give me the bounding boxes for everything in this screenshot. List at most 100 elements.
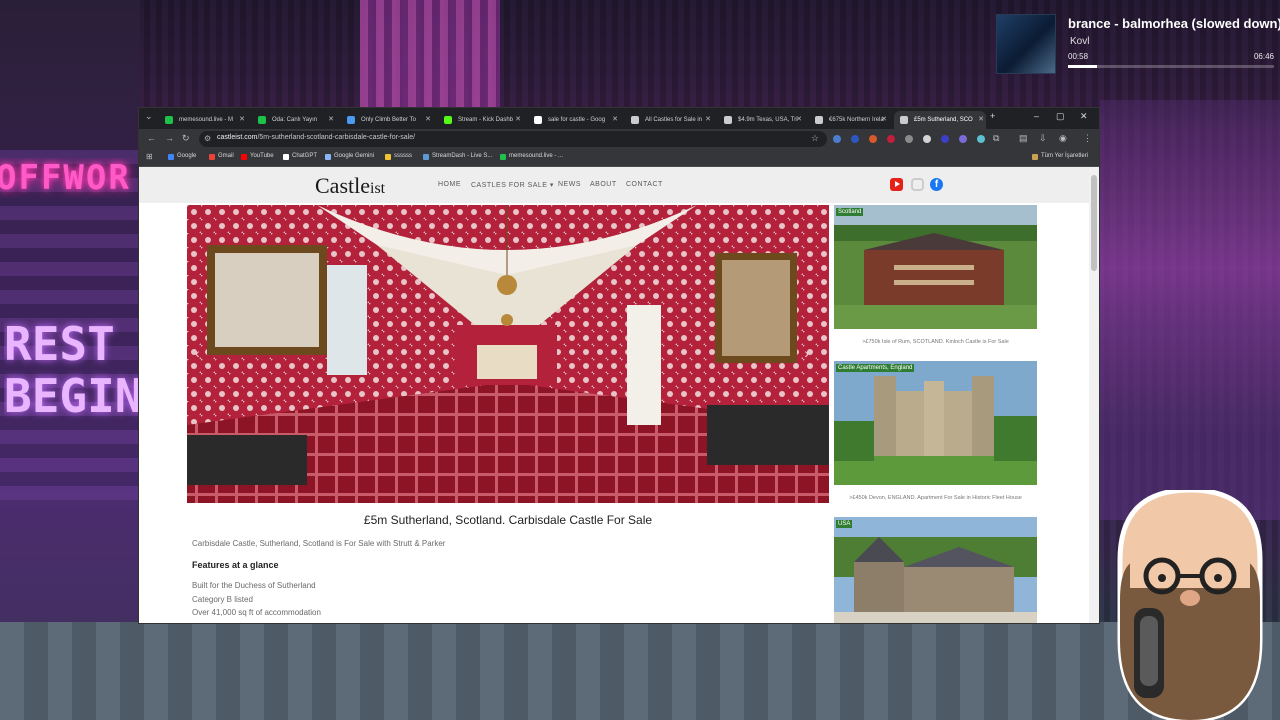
all-bookmarks-label: Tüm Yer İşaretleri xyxy=(1041,153,1089,159)
tab-label: Stream - Kick Dashb xyxy=(458,117,514,123)
track-duration: 06:46 xyxy=(1253,52,1274,61)
tab-close-icon[interactable]: ✕ xyxy=(796,111,802,129)
browser-tab[interactable]: Only Climb Better To ✕ xyxy=(341,111,433,129)
tab-search-icon[interactable]: ⌄ xyxy=(145,111,153,122)
browser-tab[interactable]: £5m Sutherland, SCO ✕ xyxy=(894,111,986,129)
back-icon[interactable]: ← xyxy=(147,133,156,143)
streamer-avatar xyxy=(1100,487,1280,720)
close-window-icon[interactable]: ✕ xyxy=(1080,111,1088,122)
carousel-next-icon[interactable]: › xyxy=(804,345,809,361)
tab-label: Oda: Canlı Yayın xyxy=(272,117,318,123)
sidepanel-icon[interactable]: ▤ xyxy=(1019,133,1028,144)
bookmark-favicon-icon xyxy=(209,154,215,160)
bookmark-label: ChatGPT xyxy=(292,153,318,159)
address-bar: ← → ↻ ⚙ castleist.com/5m-sutherland-scot… xyxy=(139,129,1099,149)
hero-carousel[interactable]: ‹ › xyxy=(187,205,829,503)
nav-home[interactable]: HOME xyxy=(438,181,461,188)
instagram-icon[interactable] xyxy=(911,178,924,191)
site-logo[interactable]: Castleist xyxy=(315,173,385,199)
all-bookmarks-folder[interactable]: Tüm Yer İşaretleri xyxy=(1032,153,1089,160)
apps-grid-icon[interactable]: ⊞ xyxy=(146,152,153,161)
tab-favicon-icon xyxy=(258,116,266,124)
site-info-icon[interactable]: ⚙ xyxy=(204,134,211,143)
bookmark-item[interactable]: Google xyxy=(168,153,196,160)
menu-icon[interactable]: ⋮ xyxy=(1083,133,1092,144)
extension-icon[interactable] xyxy=(833,135,841,143)
nav-about[interactable]: ABOUT xyxy=(590,181,617,188)
extension-icon[interactable] xyxy=(887,135,895,143)
url-path: /5m-sutherland-scotland-carbisdale-castl… xyxy=(257,134,416,141)
tab-label: sale for castle - Goog xyxy=(548,117,606,123)
card-caption[interactable]: >£750k Isle of Rum, SCOTLAND. Kinloch Ca… xyxy=(834,339,1037,345)
tab-close-icon[interactable]: ✕ xyxy=(705,111,711,129)
extension-icon[interactable] xyxy=(941,135,949,143)
bookmark-item[interactable]: memesound.live - ... xyxy=(500,153,563,160)
bookmark-item[interactable]: ChatGPT xyxy=(283,153,318,160)
browser-tab[interactable]: sale for castle - Goog ✕ xyxy=(528,111,620,129)
nav-castles-for-sale[interactable]: CASTLES FOR SALE ▾ xyxy=(471,181,554,189)
bookmark-item[interactable]: YouTube xyxy=(241,153,274,160)
tab-label: €675k Northern Irela xyxy=(829,117,884,123)
nav-news[interactable]: NEWS xyxy=(558,181,581,188)
tab-close-icon[interactable]: ✕ xyxy=(239,111,245,129)
extension-icon[interactable] xyxy=(977,135,985,143)
tab-favicon-icon xyxy=(724,116,732,124)
logo-main: Castle xyxy=(315,173,370,198)
browser-tab[interactable]: €675k Northern Irela ✕ xyxy=(809,111,889,129)
extensions-puzzle-icon[interactable]: ⧉ xyxy=(993,133,999,144)
extension-icon[interactable] xyxy=(959,135,967,143)
forward-icon[interactable]: → xyxy=(165,133,174,143)
track-title: brance - balmorhea (slowed down) xyxy=(1068,16,1280,31)
listing-image[interactable]: Castle Apartments, England xyxy=(834,361,1037,485)
bookmark-item[interactable]: ssssss xyxy=(385,153,412,160)
scrollbar-thumb[interactable] xyxy=(1091,175,1097,271)
card-caption[interactable]: >£450k Devon, ENGLAND. Apartment For Sal… xyxy=(834,495,1037,501)
tab-close-icon[interactable]: ✕ xyxy=(328,111,334,129)
tab-close-icon[interactable]: ✕ xyxy=(612,111,618,129)
folder-icon xyxy=(1032,154,1038,160)
listing-image[interactable]: USA xyxy=(834,517,1037,623)
tab-close-icon[interactable]: ✕ xyxy=(515,111,521,129)
maximize-icon[interactable]: ▢ xyxy=(1056,111,1065,122)
carousel-prev-icon[interactable]: ‹ xyxy=(195,345,200,361)
tab-favicon-icon xyxy=(347,116,355,124)
neon-sign-offworld: OFFWOR xyxy=(0,158,131,198)
extension-icon[interactable] xyxy=(851,135,859,143)
card-category-tag[interactable]: Scotland xyxy=(836,208,864,216)
bookmark-item[interactable]: StreamDash - Live S... xyxy=(423,153,492,160)
listing-image[interactable]: Scotland xyxy=(834,205,1037,329)
bookmark-star-icon[interactable]: ☆ xyxy=(811,133,819,144)
new-tab-icon[interactable]: + xyxy=(990,111,995,121)
extension-icon[interactable] xyxy=(923,135,931,143)
browser-tab[interactable]: Oda: Canlı Yayın ✕ xyxy=(252,111,336,129)
facebook-icon[interactable]: f xyxy=(930,178,943,191)
web-page: Castleist HOME CASTLES FOR SALE ▾ NEWS A… xyxy=(139,167,1089,623)
bookmark-label: Gmail xyxy=(218,153,234,159)
feature-item: Built for the Duchess of Sutherland xyxy=(192,581,316,590)
bookmark-item[interactable]: Gmail xyxy=(209,153,234,160)
browser-tab[interactable]: $4.9m Texas, USA, Tri ✕ xyxy=(718,111,804,129)
reload-icon[interactable]: ↻ xyxy=(182,133,190,144)
tab-label: $4.9m Texas, USA, Tri xyxy=(738,117,798,123)
browser-tab[interactable]: memesound.live - M ✕ xyxy=(159,111,247,129)
nav-contact[interactable]: CONTACT xyxy=(626,181,663,188)
page-scrollbar[interactable] xyxy=(1089,167,1099,623)
extension-icon[interactable] xyxy=(905,135,913,143)
tab-close-icon[interactable]: ✕ xyxy=(425,111,431,129)
card-category-tag[interactable]: Castle Apartments, England xyxy=(836,364,915,372)
tab-close-icon[interactable]: ✕ xyxy=(881,111,887,129)
bookmark-label: ssssss xyxy=(394,153,412,159)
download-icon[interactable]: ⇩ xyxy=(1039,133,1047,144)
profile-icon[interactable]: ◉ xyxy=(1059,133,1067,144)
browser-tab[interactable]: Stream - Kick Dashb ✕ xyxy=(438,111,523,129)
browser-tab[interactable]: All Castles for Sale in ✕ xyxy=(625,111,713,129)
card-category-tag[interactable]: USA xyxy=(836,520,853,528)
youtube-icon[interactable] xyxy=(890,178,903,191)
bookmark-favicon-icon xyxy=(500,154,506,160)
minimize-icon[interactable]: – xyxy=(1034,111,1039,121)
neon-building-right xyxy=(1100,100,1280,520)
extension-icon[interactable] xyxy=(869,135,877,143)
bookmark-item[interactable]: Google Gemini xyxy=(325,153,374,160)
tab-close-icon[interactable]: ✕ xyxy=(978,111,984,129)
url-input[interactable]: ⚙ castleist.com/5m-sutherland-scotland-c… xyxy=(199,131,827,147)
